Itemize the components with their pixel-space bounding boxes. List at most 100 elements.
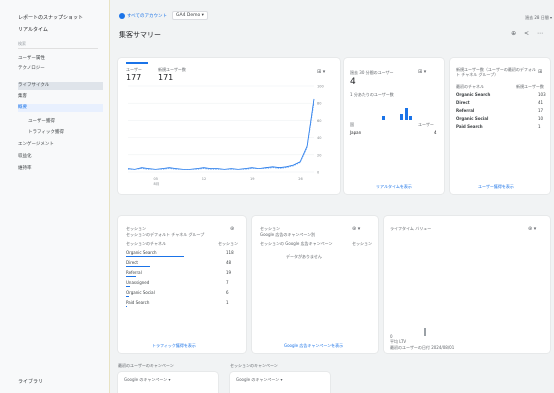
source-row-value: 103 bbox=[538, 92, 546, 97]
ltv-title: ライフタイム バリュー bbox=[390, 226, 432, 231]
source-row-value: 10 bbox=[538, 116, 544, 121]
view-traffic-acquisition-link[interactable]: トラフィック獲得を表示 bbox=[152, 343, 196, 349]
sessions-row-name: Organic Social bbox=[126, 290, 155, 295]
realtime-value: 4 bbox=[350, 77, 356, 87]
sidebar-title: レポートのスナップショット bbox=[18, 15, 84, 21]
source-row-value: 41 bbox=[538, 100, 544, 105]
source-row-name: Organic Social bbox=[456, 116, 489, 121]
series-line-0 bbox=[127, 98, 315, 170]
source-col-new-users: 新規ユーザー数 bbox=[516, 84, 544, 89]
x-tick-label: 12 bbox=[202, 177, 206, 181]
realtime-col-country: 国 bbox=[350, 122, 354, 127]
sidebar-item-engagement[interactable]: エンゲージメント bbox=[18, 141, 103, 149]
bottom-right-card-text[interactable]: Google のキャンペーン ▾ bbox=[236, 377, 282, 383]
realtime-sub: 1 分あたりのユーザー数 bbox=[350, 92, 394, 97]
main-area: すべてのアカウント GA4 Demo ▾ 過去 28 日間 ▾ 集客サマリー ⊕… bbox=[110, 0, 554, 393]
realtime-row-value: 4 bbox=[434, 130, 437, 135]
sidebar-item-user-acquisition[interactable]: ユーザー獲得 bbox=[28, 118, 113, 126]
sidebar-item-lifecycle[interactable]: ライフサイクル bbox=[18, 82, 103, 90]
realtime-bar bbox=[382, 116, 385, 120]
sessions-row-name: Paid Search bbox=[126, 300, 150, 305]
sidebar-subtitle[interactable]: リアルタイム bbox=[18, 26, 48, 33]
sessions-col-channel: セッションのチャネル bbox=[126, 241, 166, 246]
view-user-acquisition-link[interactable]: ユーザー獲得を表示 bbox=[478, 184, 514, 190]
sessions-row-value: 48 bbox=[226, 260, 232, 265]
sessions-row-bar bbox=[126, 286, 130, 287]
sessions-row-name: Referral bbox=[126, 270, 142, 275]
sessions-subtitle: セッションのデフォルト チャネル グループ bbox=[126, 232, 205, 237]
bottom-left-label: 最初のユーザーのキャンペーン bbox=[118, 363, 174, 368]
y-tick-label: 60 bbox=[317, 119, 321, 123]
sidebar-search-input[interactable]: 検索 bbox=[18, 41, 98, 49]
x-tick-label: 26 bbox=[298, 177, 302, 181]
sessions-row-value: 19 bbox=[226, 270, 232, 275]
users-line-chart: 100 80 60 40 20 0 05 12 19 26 8月 bbox=[127, 85, 324, 186]
x-tick-label: 05 bbox=[154, 177, 158, 181]
ads-col-sessions: セッション bbox=[352, 241, 372, 246]
sidebar: レポートのスナップショット リアルタイム 検索 ユーザー属性 テクノロジー ライ… bbox=[0, 0, 110, 393]
source-menu-icon[interactable]: ⊞ bbox=[538, 69, 542, 75]
realtime-title: 過去 30 分間のユーザー bbox=[350, 70, 394, 75]
card-new-users-source: 新規ユーザー数（ユーザーの最初のデフォルト チャネル グループ） ⊞ 最初のチャ… bbox=[450, 58, 550, 194]
y-tick-label: 20 bbox=[317, 153, 321, 157]
sessions-row-value: 6 bbox=[226, 290, 229, 295]
ltv-menu-icon[interactable]: ⊛ ▾ bbox=[528, 226, 536, 232]
sidebar-library[interactable]: ライブラリ bbox=[18, 378, 43, 385]
realtime-bar bbox=[409, 116, 412, 120]
card-google-ads: セッション Google 広告のキャンペーン別 ⊛ ▾ セッションの Googl… bbox=[252, 216, 378, 353]
realtime-menu-icon[interactable]: ⊞ ▾ bbox=[418, 69, 426, 75]
card-bottom-right[interactable]: Google のキャンペーン ▾ bbox=[230, 372, 330, 393]
sidebar-item-overview[interactable]: 概要 bbox=[18, 104, 103, 112]
sidebar-item-acquisition[interactable]: 集客 bbox=[18, 93, 103, 101]
sidebar-item-monetization[interactable]: 収益化 bbox=[18, 153, 103, 161]
sessions-row-name: Direct bbox=[126, 260, 138, 265]
series-line-1 bbox=[128, 103, 315, 170]
source-row-value: 17 bbox=[538, 108, 544, 113]
realtime-row-country: Japan bbox=[350, 130, 362, 135]
card-sessions: セッション セッションのデフォルト チャネル グループ ⊛ セッションのチャネル… bbox=[118, 216, 246, 353]
ads-col-campaign: セッションの Google 広告キャンペーン bbox=[260, 241, 333, 246]
date-range[interactable]: 過去 28 日間 ▾ bbox=[525, 15, 552, 21]
source-row-name: Direct bbox=[456, 100, 470, 105]
sessions-row-value: 1 bbox=[226, 300, 229, 305]
sessions-row-name: Organic Search bbox=[126, 250, 157, 255]
sessions-row-bar bbox=[126, 266, 150, 267]
account-label[interactable]: すべてのアカウント bbox=[127, 13, 167, 19]
sessions-row-bar bbox=[126, 296, 129, 297]
sessions-menu-icon[interactable]: ⊛ bbox=[230, 226, 234, 232]
bottom-left-card-text[interactable]: Google のキャンペーン ▾ bbox=[124, 377, 170, 383]
sessions-row-value: 7 bbox=[226, 280, 229, 285]
property-selector[interactable]: GA4 Demo ▾ bbox=[172, 11, 208, 20]
sidebar-item-retention[interactable]: 維持率 bbox=[18, 165, 103, 173]
source-title: 新規ユーザー数（ユーザーの最初のデフォルト チャネル グループ） bbox=[456, 67, 536, 77]
sidebar-item-demographics[interactable]: ユーザー属性 bbox=[18, 55, 103, 63]
sessions-row-bar bbox=[126, 306, 127, 307]
bottom-right-label: セッションのキャンペーン bbox=[230, 363, 278, 368]
sessions-col-sessions: セッション bbox=[218, 241, 238, 246]
ltv-bar bbox=[424, 328, 426, 336]
card-bottom-left[interactable]: Google のキャンペーン ▾ bbox=[118, 372, 218, 393]
page-actions-icon[interactable]: ⊕ < ⋯ bbox=[511, 30, 546, 37]
page-title: 集客サマリー bbox=[119, 31, 161, 39]
card-users-chart: ユーザー 177 新規ユーザー数 171 ⊞ ▾ 100 80 60 40 20 0 05 1… bbox=[118, 58, 340, 194]
ads-subtitle: Google 広告のキャンペーン別 bbox=[260, 232, 316, 237]
card-lifetime-value: ライフタイム バリュー ⊛ ▾ 0 平均 LTV 最初のユーザーの日付 2024… bbox=[384, 216, 550, 353]
analytics-logo-icon bbox=[119, 13, 125, 19]
sidebar-item-tech[interactable]: テクノロジー bbox=[18, 65, 103, 73]
ltv-footer-label: 最初のユーザーの日付 bbox=[390, 345, 432, 350]
ltv-footer-value: 2024/08/01 bbox=[431, 345, 455, 350]
source-col-channel: 最初のチャネル bbox=[456, 84, 484, 89]
top-bar: すべてのアカウント GA4 Demo ▾ 過去 28 日間 ▾ bbox=[110, 0, 554, 26]
sessions-row-name: Unassigned bbox=[126, 280, 150, 285]
ads-empty-message: データがありません bbox=[286, 254, 322, 259]
x-tick-label: 19 bbox=[250, 177, 254, 181]
sidebar-item-traffic-acquisition[interactable]: トラフィック獲得 bbox=[28, 129, 113, 137]
source-row-value: 1 bbox=[538, 124, 541, 129]
y-tick-label: 80 bbox=[317, 102, 321, 106]
view-realtime-link[interactable]: リアルタイムを表示 bbox=[376, 184, 412, 190]
realtime-col-users: ユーザー bbox=[418, 122, 434, 127]
ads-menu-icon[interactable]: ⊛ ▾ bbox=[352, 226, 360, 232]
y-tick-label: 0 bbox=[317, 171, 319, 175]
realtime-bars bbox=[382, 106, 412, 120]
view-google-ads-link[interactable]: Google 広告キャンペーンを表示 bbox=[284, 343, 343, 349]
